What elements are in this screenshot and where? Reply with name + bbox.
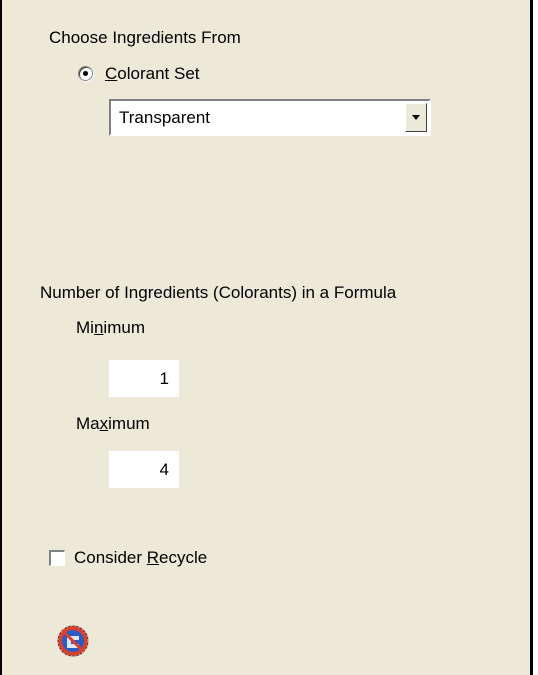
choose-ingredients-heading: Choose Ingredients From	[49, 28, 241, 47]
consider-recycle-checkbox[interactable]	[49, 550, 65, 566]
dropdown-button[interactable]	[405, 103, 427, 132]
maximum-field[interactable]: 4	[109, 451, 179, 488]
maximum-value: 4	[159, 460, 169, 479]
chevron-down-icon	[412, 115, 420, 120]
radio-selected-dot	[83, 71, 88, 76]
colorant-set-value: Transparent	[119, 108, 211, 127]
minimum-label: Minimum	[76, 318, 145, 337]
minimum-value: 1	[159, 369, 169, 388]
colorant-set-radio[interactable]	[78, 66, 93, 81]
maximum-label: Maximum	[76, 414, 150, 433]
colorant-set-label[interactable]: Colorant Set	[105, 64, 200, 84]
colorant-set-dropdown[interactable]: Transparent	[109, 99, 431, 136]
consider-recycle-label[interactable]: Consider Recycle	[74, 548, 207, 568]
formula-options-panel: Choose Ingredients From Colorant Set Tra…	[0, 0, 533, 675]
app-logo-icon	[57, 625, 89, 657]
minimum-field[interactable]: 1	[109, 360, 179, 397]
ingredient-count-heading: Number of Ingredients (Colorants) in a F…	[40, 283, 397, 302]
